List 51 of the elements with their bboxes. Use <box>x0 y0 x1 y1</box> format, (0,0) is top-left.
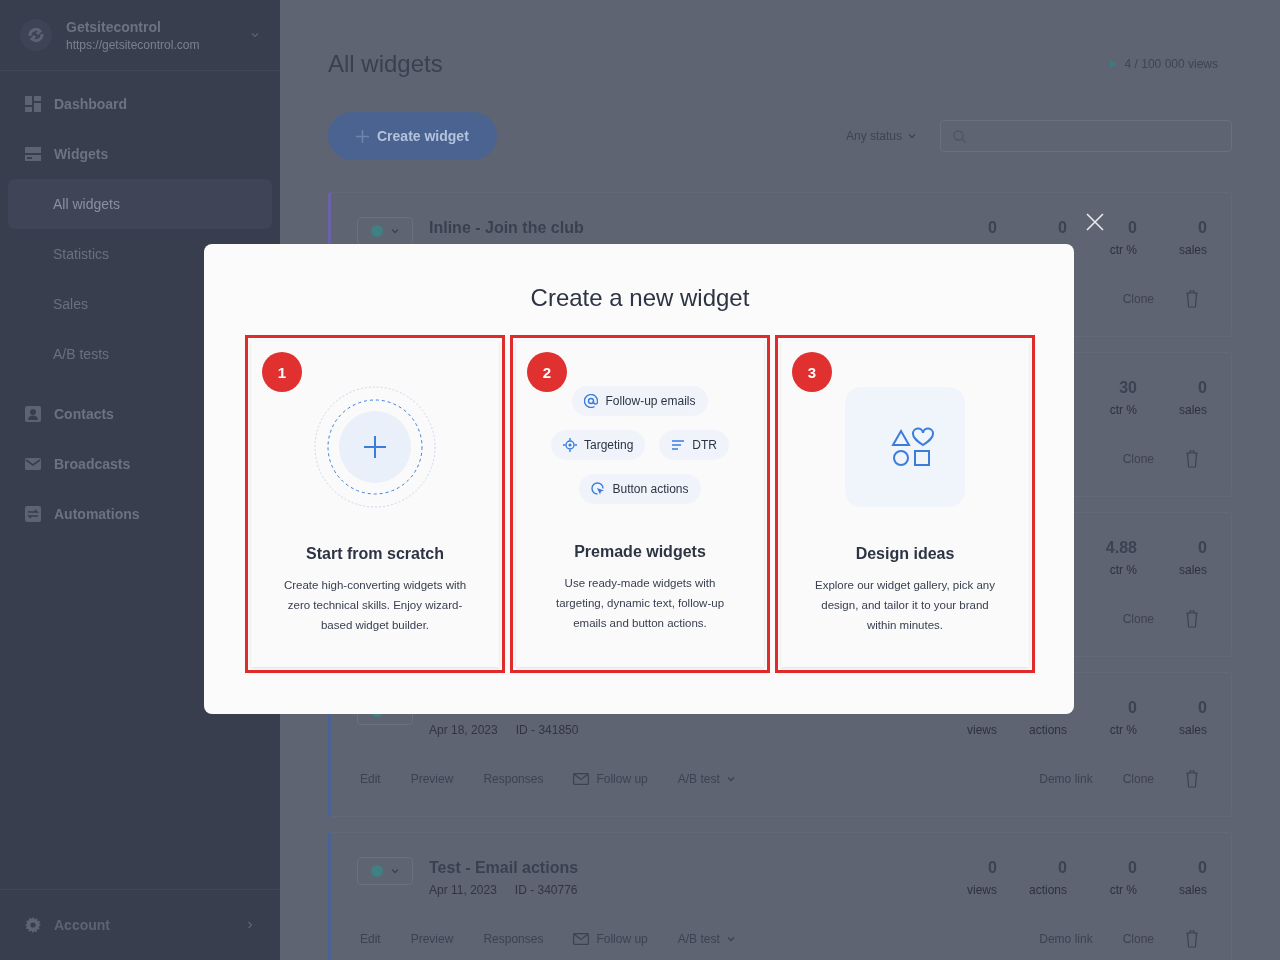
caret-icon <box>726 776 735 782</box>
trash-icon[interactable] <box>1185 610 1199 628</box>
search-field[interactable] <box>940 120 1232 152</box>
caret-icon <box>391 868 399 874</box>
option-title: Premade widgets <box>574 543 706 561</box>
mail-icon <box>25 456 41 472</box>
chevron-down-icon[interactable] <box>250 30 260 40</box>
trash-icon[interactable] <box>1185 290 1199 308</box>
caret-icon <box>391 228 399 234</box>
feature-chip: Follow-up emails <box>572 386 708 416</box>
stat-label: actions <box>1028 723 1067 737</box>
mail-icon <box>573 773 590 785</box>
text-lines-icon <box>671 438 686 452</box>
chevron-right-icon <box>245 920 255 930</box>
status-toggle[interactable] <box>357 857 413 885</box>
option-description: Explore our widget gallery, pick any design, and tailor it to your brand within minutes. <box>813 578 996 633</box>
option-title: Start from scratch <box>306 545 444 563</box>
settings-icon <box>25 917 41 933</box>
trash-icon[interactable] <box>1185 450 1199 468</box>
close-icon[interactable] <box>1084 211 1106 233</box>
feature-chip: Targeting <box>550 430 646 460</box>
trash-icon[interactable] <box>1185 930 1199 948</box>
nav-subitem[interactable]: All widgets <box>8 179 272 229</box>
dashboard-icon <box>25 96 41 112</box>
contact-icon <box>25 406 41 422</box>
option-title: Design ideas <box>855 545 955 563</box>
mail-icon <box>573 933 590 945</box>
play-icon <box>1109 60 1117 68</box>
feature-chip: Button actions <box>579 474 701 504</box>
automation-icon <box>25 506 41 522</box>
brand-url: https://getsitecontrol.com <box>66 37 201 52</box>
add-circle-icon[interactable] <box>314 386 436 508</box>
trash-icon[interactable] <box>1185 770 1199 788</box>
cursor-click-icon <box>591 482 606 496</box>
stat-label: actions <box>1028 883 1067 897</box>
caret-icon <box>908 133 916 139</box>
option-description: Create high-converting widgets with zero technical skills. Enjoy wizard-based widget builder. <box>282 578 468 633</box>
crosshair-icon <box>562 438 577 452</box>
option-description: Use ready-made widgets with targeting, dynamic text, follow-up emails and button actions. <box>554 576 726 631</box>
plus-icon <box>356 129 369 143</box>
at-icon <box>584 394 599 408</box>
option-card[interactable]: Design ideas Explore our widget gallery, pick any design, and tailor it to your brand within minutes. 3 <box>775 335 1035 673</box>
shapes-icon <box>845 387 965 507</box>
modal-title: Create a new widget <box>530 284 750 312</box>
feature-chip: DTR <box>659 430 729 460</box>
option-card[interactable]: Follow-up emails Targeting DTR Button actions Premade widgets Use ready-made widgets with targeting, dynamic text, follow-up emails and button actions. 2 <box>510 335 770 673</box>
logo-icon <box>20 19 52 51</box>
option-card[interactable]: Start from scratch Create high-converting widgets with zero technical skills. Enjoy wizard-based widget builder. 1 <box>245 335 505 673</box>
widgets-icon <box>25 146 41 162</box>
caret-icon <box>726 936 735 942</box>
create-widget-button[interactable]: Create widget <box>328 112 497 160</box>
